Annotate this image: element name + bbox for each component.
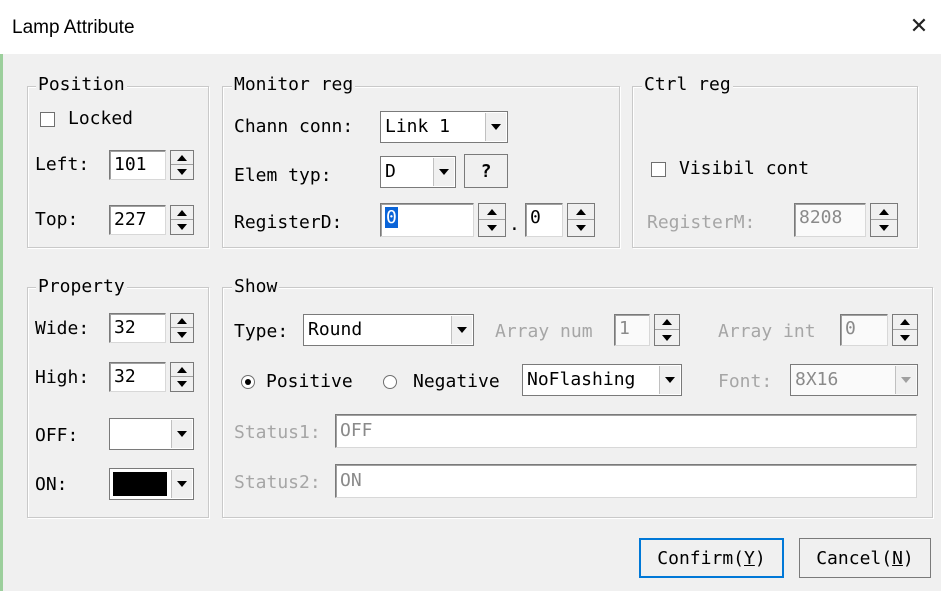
confirm-button[interactable]: Confirm(Y) [639,538,784,578]
array-num-spinner[interactable] [654,314,680,346]
register-d-label: RegisterD: [234,212,343,233]
cancel-end: ) [902,547,914,569]
register-d-spinner[interactable] [478,203,506,237]
array-int-input[interactable]: 0 [840,314,888,346]
window-edge [0,54,3,591]
position-legend: Position [36,74,127,95]
negative-label: Negative [413,371,500,392]
left-spinner[interactable] [170,150,194,180]
title-bar [0,0,941,54]
status2-input[interactable]: ON [335,464,917,498]
locked-label: Locked [68,108,134,129]
array-int-label: Array int [718,321,816,342]
off-label: OFF: [35,425,79,446]
array-num-label: Array num [495,321,593,342]
left-label: Left: [35,154,90,175]
chann-conn-select[interactable]: Link 1 [380,111,508,143]
monitor-reg-legend: Monitor reg [232,74,356,95]
show-legend: Show [232,276,280,297]
on-color-swatch [113,472,167,496]
wide-label: Wide: [35,318,90,339]
register-d-dot: . [509,214,520,235]
top-input[interactable]: 227 [109,205,166,235]
positive-label: Positive [266,371,353,392]
close-icon[interactable]: ✕ [906,12,932,42]
cancel-button[interactable]: Cancel(N) [799,538,931,578]
ctrl-reg-legend: Ctrl reg [642,74,733,95]
confirm-end: ) [754,547,766,569]
left-input[interactable]: 101 [109,150,166,180]
flashing-select[interactable]: NoFlashing [522,364,682,396]
off-color-swatch [113,422,167,446]
wide-spinner[interactable] [170,313,194,343]
negative-radio[interactable] [383,375,397,389]
register-d-bit-input[interactable]: 0 [525,203,563,237]
visibil-cont-checkbox[interactable] [651,162,666,177]
register-m-spinner[interactable] [870,203,898,237]
chann-conn-label: Chann conn: [234,116,354,137]
off-color-select[interactable] [109,418,194,450]
top-label: Top: [35,209,79,230]
high-label: High: [35,367,90,388]
elem-typ-select[interactable]: D [380,156,456,188]
register-d-value: 0 [385,207,398,228]
status1-label: Status1: [234,422,321,443]
confirm-key: Y [744,547,755,569]
status2-label: Status2: [234,472,321,493]
register-m-input[interactable]: 8208 [794,203,866,237]
font-label: Font: [718,371,773,392]
register-m-label: RegisterM: [647,212,756,233]
on-label: ON: [35,474,68,495]
wide-input[interactable]: 32 [109,313,166,343]
cancel-label: Cancel( [816,547,893,569]
confirm-label: Confirm( [657,547,744,569]
property-legend: Property [36,276,127,297]
positive-radio[interactable] [241,375,255,389]
register-d-bit-spinner[interactable] [567,203,595,237]
help-button[interactable]: ? [464,154,508,188]
array-num-input[interactable]: 1 [614,314,650,346]
type-select[interactable]: Round [303,314,474,346]
cancel-key: N [892,547,903,569]
high-input[interactable]: 32 [109,362,166,392]
elem-typ-label: Elem typ: [234,165,332,186]
visibil-cont-label: Visibil cont [679,158,810,179]
status1-input[interactable]: OFF [335,414,917,448]
locked-checkbox[interactable] [40,112,55,127]
type-label: Type: [234,321,289,342]
on-color-select[interactable] [109,468,194,500]
register-d-input[interactable]: 0 [380,203,474,237]
array-int-spinner[interactable] [892,314,918,346]
top-spinner[interactable] [170,205,194,235]
font-select[interactable]: 8X16 [790,364,918,396]
high-spinner[interactable] [170,362,194,392]
window-title: Lamp Attribute [12,17,135,38]
